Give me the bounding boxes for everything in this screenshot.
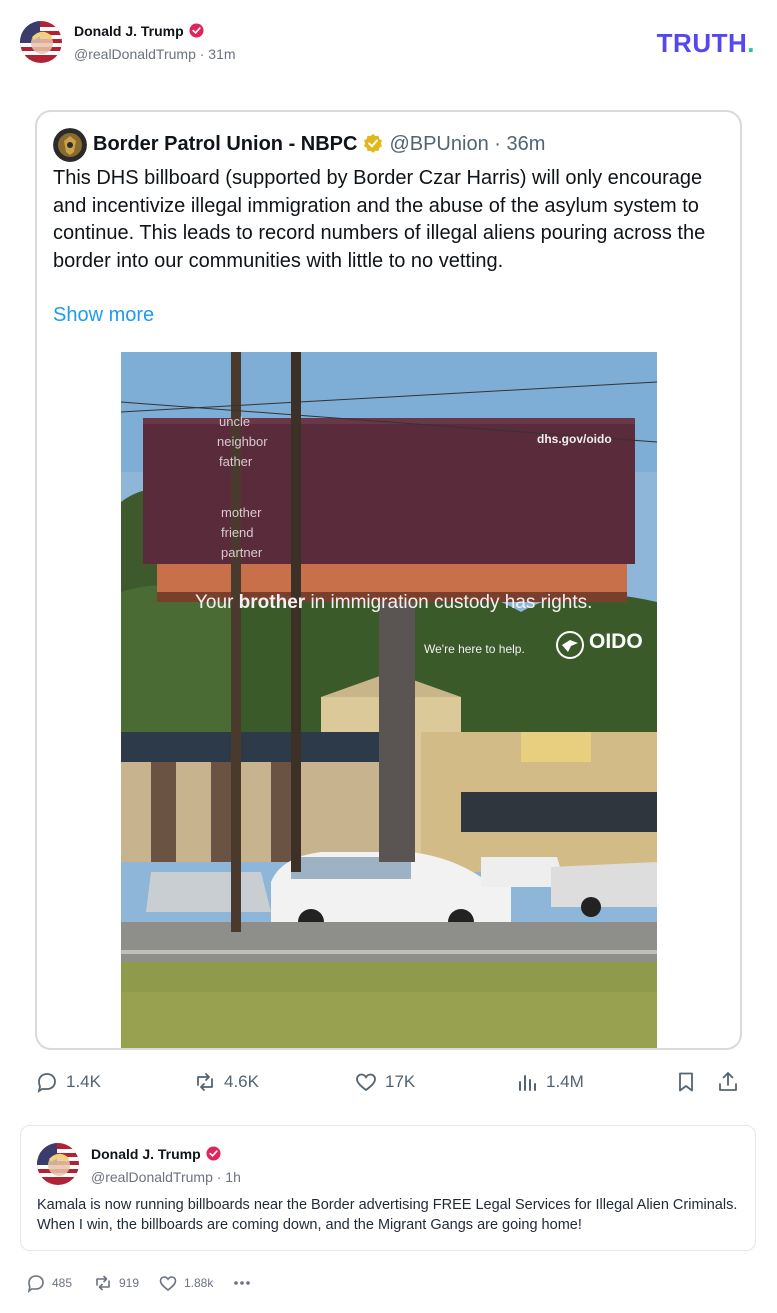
author-name[interactable]: Donald J. Trump <box>74 23 204 39</box>
bookmark-button[interactable] <box>674 1066 698 1098</box>
bookmark-icon <box>679 1072 693 1092</box>
views-chart-icon <box>519 1075 536 1091</box>
verified-badge-icon <box>189 23 204 38</box>
avatar[interactable] <box>20 21 62 63</box>
billboard-tagline: We're here to help. <box>424 642 525 656</box>
embedded-post-text: This DHS billboard (supported by Border … <box>53 167 706 272</box>
truth-post-card[interactable]: Donald J. Trump @realDonaldTrump · 1h Ka… <box>20 1125 756 1251</box>
repost-icon <box>197 1073 213 1091</box>
embedded-handle-time: @BPUnion · 36m <box>389 133 546 155</box>
share-icon <box>719 1072 737 1091</box>
billboard-word-top-1: uncle <box>219 414 251 429</box>
repost-count[interactable]: 4.6K <box>193 1066 259 1098</box>
gold-verified-icon <box>364 134 383 153</box>
embedded-stats-bar: 1.4K 4.6K 17K 1.4M <box>0 1066 777 1098</box>
more-options-button[interactable] <box>232 1270 252 1296</box>
author-name[interactable]: Donald J. Trump <box>91 1146 221 1162</box>
billboard-word-bottom-2: friend <box>221 525 254 540</box>
repost-icon <box>96 1275 110 1291</box>
reply-icon <box>27 1275 44 1293</box>
show-more-link[interactable]: Show more <box>53 304 154 327</box>
billboard-word-top-3: father <box>219 454 253 469</box>
heart-icon <box>159 1276 177 1291</box>
billboard-logo-text: OIDO <box>589 630 643 653</box>
post-text: Kamala is now running billboards near th… <box>37 1197 738 1233</box>
avatar[interactable] <box>37 1143 79 1185</box>
embedded-author-name: Border Patrol Union - NBPC <box>93 133 358 155</box>
oido-dove-icon <box>556 631 584 659</box>
billboard-word-top-2: neighbor <box>217 434 268 449</box>
reply-count[interactable]: 1.4K <box>35 1066 101 1098</box>
like-count[interactable]: 17K <box>354 1066 415 1098</box>
author-handle-time[interactable]: @realDonaldTrump · 1h <box>91 1169 241 1185</box>
billboard-word-bottom-1: mother <box>221 505 262 520</box>
verified-badge-icon <box>206 1146 221 1161</box>
truth-social-logo[interactable]: TRUTH. <box>657 28 755 59</box>
post-header: Donald J. Trump @realDonaldTrump · 31m T… <box>0 0 777 80</box>
like-button[interactable]: 1.88k <box>158 1270 213 1296</box>
billboard-url: dhs.gov/oido <box>537 432 612 446</box>
more-dots-icon <box>234 1281 250 1285</box>
billboard-word-bottom-3: partner <box>221 545 263 560</box>
billboard-photo[interactable] <box>121 352 657 1048</box>
post-action-bar: 485 919 1.88k <box>0 1270 777 1296</box>
billboard-headline: Your brother in immigration custody has … <box>195 592 593 613</box>
view-count[interactable]: 1.4M <box>515 1066 584 1098</box>
heart-icon <box>356 1073 376 1092</box>
share-button[interactable] <box>716 1066 740 1098</box>
retruth-button[interactable]: 919 <box>93 1270 139 1296</box>
reply-icon <box>37 1073 56 1093</box>
embedded-post-card[interactable]: Border Patrol Union - NBPC @BPUnion · 36m… <box>35 110 742 1050</box>
author-handle-time[interactable]: @realDonaldTrump · 31m <box>74 46 236 62</box>
reply-button[interactable]: 485 <box>26 1270 72 1296</box>
nbpc-badge-avatar <box>53 128 87 162</box>
